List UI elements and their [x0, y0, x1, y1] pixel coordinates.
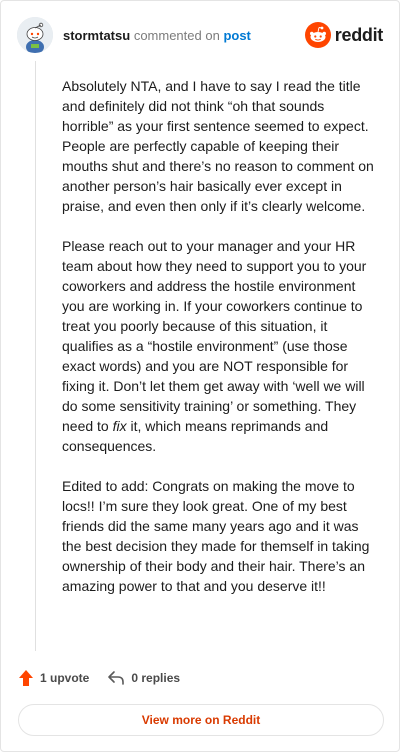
thread-line	[35, 61, 36, 651]
comment-actions: 1 upvote 0 replies	[18, 669, 180, 687]
comment-paragraph-1: Absolutely NTA, and I have to say I read…	[62, 78, 374, 214]
comment-paragraph-3: Edited to add: Congrats on making the mo…	[62, 478, 370, 594]
reddit-logo-icon	[304, 22, 331, 48]
comment-header: stormtatsu commented on post reddit	[17, 15, 383, 55]
upvote-arrow-icon	[19, 670, 33, 686]
comment-emphasis: fix	[112, 418, 127, 434]
embedded-comment-card: stormtatsu commented on post reddit Abso…	[0, 0, 400, 752]
view-more-on-reddit-button[interactable]: View more on Reddit	[18, 704, 384, 736]
reply-arrow-icon	[108, 671, 125, 685]
snoo-avatar-icon	[17, 17, 53, 53]
comment-paragraph-2: Please reach out to your manager and you…	[62, 236, 374, 456]
upvote-count: 1 upvote	[40, 671, 90, 685]
comment-paragraph-2-text: Please reach out to your manager and you…	[62, 238, 367, 434]
replies-button[interactable]: 0 replies	[107, 670, 180, 686]
comment-meta: stormtatsu commented on post	[63, 28, 251, 43]
commented-on-label: commented on	[133, 27, 220, 43]
reddit-brand-link[interactable]: reddit	[304, 22, 384, 48]
replies-count: 0 replies	[131, 671, 181, 685]
reddit-wordmark: reddit	[334, 24, 384, 45]
upvote-button[interactable]: 1 upvote	[18, 669, 89, 687]
username-link[interactable]: stormtatsu	[63, 28, 130, 43]
comment-body: Absolutely NTA, and I have to say I read…	[62, 76, 374, 616]
post-link[interactable]: post	[223, 28, 250, 43]
avatar[interactable]	[17, 17, 53, 53]
